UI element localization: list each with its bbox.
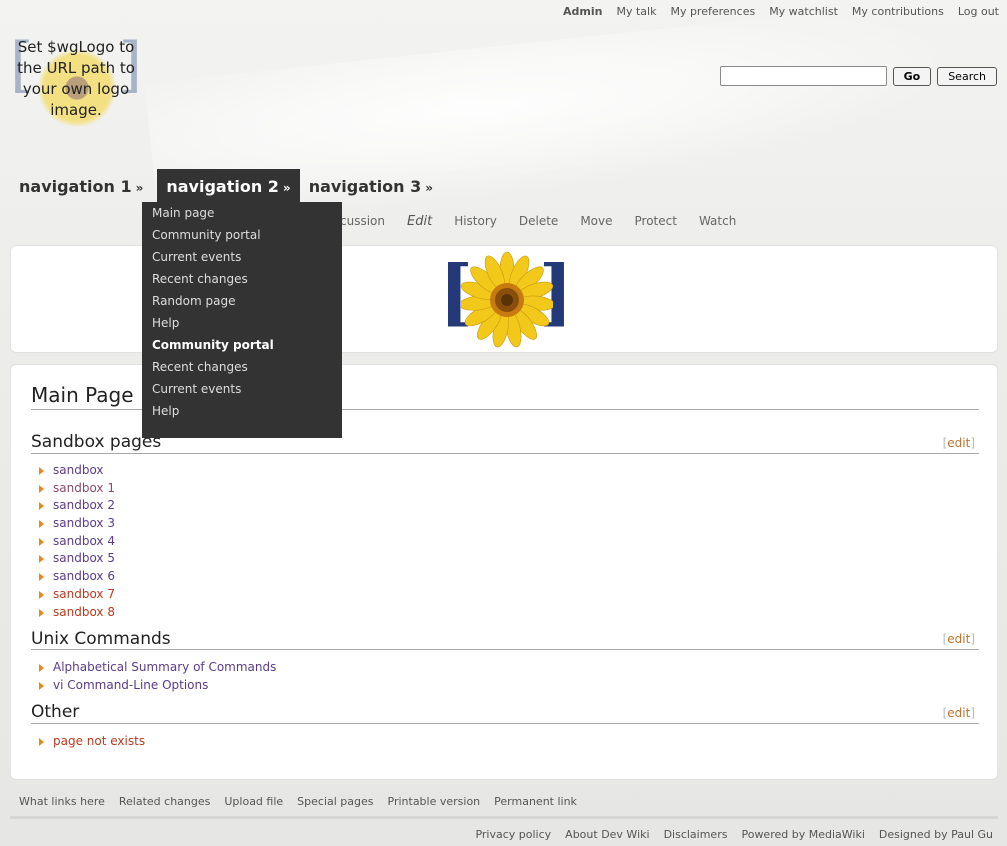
section-heading-other: Other	[31, 702, 80, 722]
nav-item-label: navigation 3	[308, 177, 422, 196]
logo-placeholder-text: Set $wgLogo to the URL path to your own …	[17, 38, 135, 119]
my-talk-link[interactable]: My talk	[616, 5, 656, 18]
page-title: Main Page	[31, 383, 134, 407]
list-item[interactable]: sandbox 8	[37, 604, 115, 622]
dropdown-item-recent-changes-2[interactable]: Recent changes	[152, 357, 332, 379]
dropdown-item-random-page[interactable]: Random page	[152, 291, 332, 313]
other-list: page not exists	[37, 733, 145, 751]
my-watchlist-link[interactable]: My watchlist	[769, 5, 838, 18]
dropdown-item-community-portal[interactable]: Community portal	[152, 225, 332, 247]
nav-item-3[interactable]: navigation 3»	[300, 169, 442, 202]
footer-powered-by[interactable]: Powered by MediaWiki	[741, 828, 864, 841]
list-item[interactable]: sandbox 2	[37, 497, 115, 515]
my-preferences-link[interactable]: My preferences	[670, 5, 755, 18]
dropdown-item-help-2[interactable]: Help	[152, 401, 332, 423]
section-divider	[31, 723, 979, 724]
tab-edit[interactable]: Edit	[407, 214, 432, 229]
toolbox-printable-version[interactable]: Printable version	[388, 795, 481, 808]
tab-protect[interactable]: Protect	[635, 214, 677, 229]
nav-dropdown-menu: Main page Community portal Current event…	[142, 202, 342, 438]
footer-designed-by[interactable]: Designed by Paul Gu	[879, 828, 993, 841]
toolbox-related-changes[interactable]: Related changes	[119, 795, 211, 808]
section-edit-link[interactable]: [edit]	[943, 632, 975, 646]
tab-discussion[interactable]: cussion	[340, 214, 385, 229]
banner-logo: [ ]	[439, 248, 573, 352]
personal-tools: Admin My talk My preferences My watchlis…	[563, 5, 999, 18]
list-item[interactable]: Alphabetical Summary of Commands	[37, 659, 276, 677]
user-page-link[interactable]: Admin	[563, 5, 602, 18]
list-item[interactable]: vi Command-Line Options	[37, 677, 276, 695]
footer-divider	[10, 816, 998, 819]
logout-link[interactable]: Log out	[958, 5, 999, 18]
list-item[interactable]: sandbox 1	[37, 480, 115, 498]
toolbox-special-pages[interactable]: Special pages	[297, 795, 373, 808]
toolbox: What links here Related changes Upload f…	[19, 795, 577, 808]
double-arrow-icon: »	[135, 181, 144, 195]
footer-disclaimers[interactable]: Disclaimers	[664, 828, 728, 841]
list-item[interactable]: sandbox 3	[37, 515, 115, 533]
nav-item-label: navigation 2	[166, 177, 279, 196]
sunflower-icon	[461, 251, 553, 348]
double-arrow-icon: »	[425, 181, 434, 195]
nav-item-2[interactable]: navigation 2»	[157, 169, 300, 202]
nav-item-1[interactable]: navigation 1»	[10, 169, 152, 202]
toolbox-upload-file[interactable]: Upload file	[224, 795, 283, 808]
dropdown-item-recent-changes[interactable]: Recent changes	[152, 269, 332, 291]
section-edit-link[interactable]: [edit]	[943, 706, 975, 720]
footer-about[interactable]: About Dev Wiki	[565, 828, 649, 841]
dropdown-item-community-portal-hover[interactable]: Community portal	[152, 335, 332, 357]
section-edit-link[interactable]: [edit]	[943, 436, 975, 450]
sandbox-list: sandbox sandbox 1 sandbox 2 sandbox 3 sa…	[37, 462, 115, 621]
double-arrow-icon: »	[282, 181, 291, 195]
tab-history[interactable]: History	[454, 214, 497, 229]
footer-privacy-policy[interactable]: Privacy policy	[475, 828, 551, 841]
main-navigation: navigation 1» navigation 2» navigation 3…	[10, 169, 442, 202]
toolbox-permanent-link[interactable]: Permanent link	[494, 795, 577, 808]
unix-list: Alphabetical Summary of Commands vi Comm…	[37, 659, 276, 694]
dropdown-item-current-events[interactable]: Current events	[152, 247, 332, 269]
dropdown-item-main-page[interactable]: Main page	[152, 203, 332, 225]
section-divider	[31, 453, 979, 454]
footer: Privacy policy About Dev Wiki Disclaimer…	[475, 828, 993, 841]
tab-watch[interactable]: Watch	[699, 214, 736, 229]
search-button[interactable]: Search	[937, 66, 997, 86]
nav-item-label: navigation 1	[19, 177, 132, 196]
list-item[interactable]: sandbox 4	[37, 533, 115, 551]
search-input[interactable]	[719, 66, 887, 86]
dropdown-item-current-events-2[interactable]: Current events	[152, 379, 332, 401]
list-item[interactable]: sandbox 5	[37, 550, 115, 568]
search-form: Go Search	[719, 66, 997, 86]
list-item[interactable]: page not exists	[37, 733, 145, 751]
go-button[interactable]: Go	[892, 66, 932, 86]
list-item[interactable]: sandbox 7	[37, 586, 115, 604]
dropdown-item-help[interactable]: Help	[152, 313, 332, 335]
site-logo[interactable]: [ ] Set $wgLogo to the URL path to your …	[10, 35, 142, 137]
page-actions: cussion Edit History Delete Move Protect…	[340, 214, 736, 229]
section-divider	[31, 649, 979, 650]
list-item[interactable]: sandbox	[37, 462, 115, 480]
section-heading-unix: Unix Commands	[31, 629, 171, 649]
list-item[interactable]: sandbox 6	[37, 568, 115, 586]
tab-move[interactable]: Move	[580, 214, 612, 229]
my-contributions-link[interactable]: My contributions	[852, 5, 944, 18]
toolbox-what-links-here[interactable]: What links here	[19, 795, 105, 808]
tab-delete[interactable]: Delete	[519, 214, 558, 229]
